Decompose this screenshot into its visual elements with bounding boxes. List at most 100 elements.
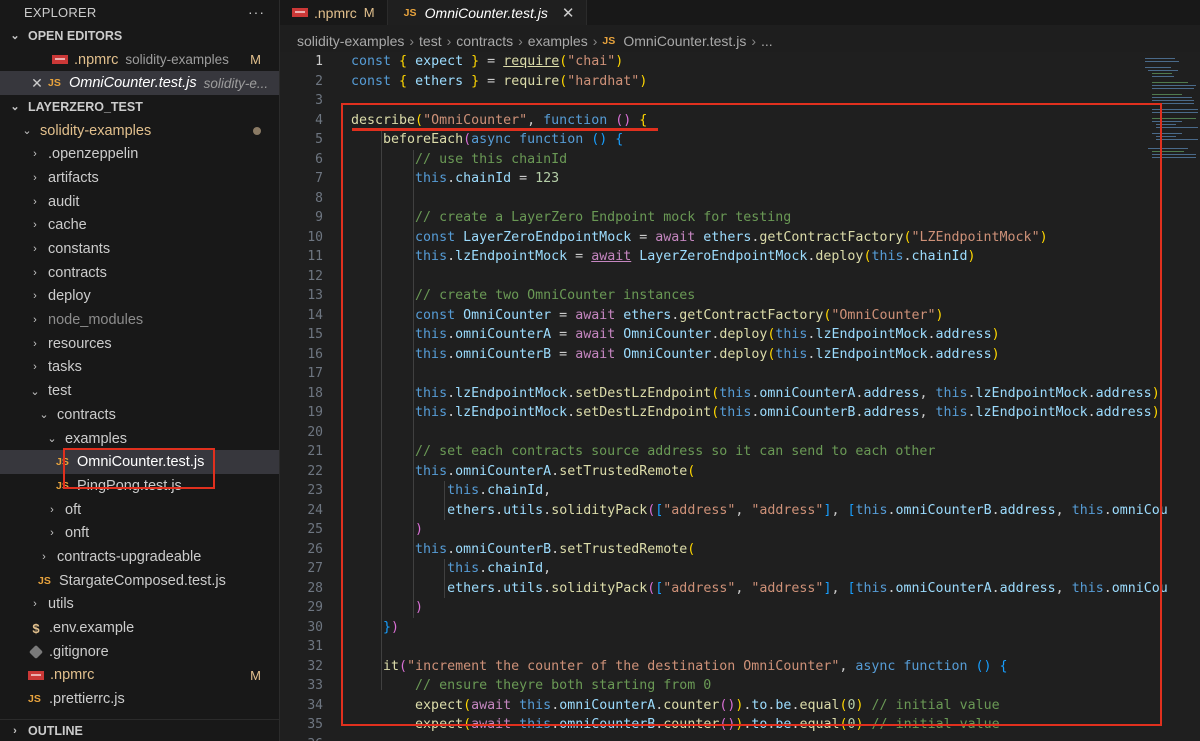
code-line: 1 const { expect } = require("chai") bbox=[315, 54, 624, 69]
tab-label: OmniCounter.test.js bbox=[424, 4, 548, 21]
js-file-icon: JS bbox=[602, 35, 616, 47]
js-file-icon: JS bbox=[403, 6, 417, 19]
folder-deploy[interactable]: › deploy bbox=[0, 285, 279, 309]
chevron-right-icon: › bbox=[33, 314, 37, 327]
tab-npmrc[interactable]: .npmrc M bbox=[280, 0, 388, 25]
file-stargate-composed[interactable]: JS StargateComposed.test.js bbox=[0, 569, 279, 593]
folder-node-modules[interactable]: › node_modules bbox=[0, 308, 279, 332]
explorer-title: EXPLORER bbox=[24, 4, 97, 20]
breadcrumb: solidity-examples › test › contracts › exam… bbox=[297, 33, 773, 49]
open-editor-omnicounter[interactable]: ✕ JS OmniCounter.test.js solidity-e... bbox=[0, 71, 279, 96]
chevron-right-icon: › bbox=[33, 171, 37, 184]
folder-label: solidity-examples bbox=[40, 122, 152, 139]
folder-utils[interactable]: › utils bbox=[0, 593, 279, 617]
folder-contracts-upgradeable[interactable]: › contracts-upgradeable bbox=[0, 545, 279, 569]
chevron-right-icon: › bbox=[33, 243, 37, 256]
dollar-icon: $ bbox=[32, 620, 40, 636]
folder-label: deploy bbox=[48, 288, 91, 305]
folder-audit[interactable]: › audit bbox=[0, 190, 279, 214]
modified-dot bbox=[253, 126, 261, 135]
folder-label: test bbox=[48, 383, 72, 400]
folder-label: node_modules bbox=[48, 312, 144, 329]
folder-label: utils bbox=[48, 596, 74, 613]
open-editors-section[interactable]: ⌄ OPEN EDITORS bbox=[0, 24, 279, 48]
chevron-right-icon: › bbox=[33, 148, 37, 161]
editor-tabs: .npmrc M JS OmniCounter.test.js ✕ bbox=[280, 0, 1200, 25]
open-editors-label: OPEN EDITORS bbox=[28, 28, 123, 43]
file-gitignore[interactable]: .gitignore bbox=[0, 640, 279, 664]
close-icon[interactable]: ✕ bbox=[30, 75, 44, 92]
outline-label: OUTLINE bbox=[28, 724, 83, 738]
chevron-right-icon: › bbox=[33, 195, 37, 208]
git-icon bbox=[28, 644, 44, 659]
chevron-right-icon: › bbox=[33, 290, 37, 303]
folder-constants[interactable]: › constants bbox=[0, 237, 279, 261]
chevron-down-icon: ⌄ bbox=[47, 433, 57, 446]
file-desc: solidity-e... bbox=[203, 75, 269, 91]
tab-label: .npmrc bbox=[314, 4, 357, 21]
js-file-icon: JS bbox=[48, 77, 61, 90]
chevron-down-icon: ⌄ bbox=[39, 409, 49, 422]
chevron-right-icon: › bbox=[42, 550, 46, 563]
chevron-right-icon: › bbox=[50, 503, 54, 516]
folder-tasks[interactable]: › tasks bbox=[0, 356, 279, 380]
folder-examples[interactable]: ⌄ examples bbox=[0, 427, 279, 451]
folder-label: contracts-upgradeable bbox=[57, 548, 202, 565]
modified-badge: M bbox=[250, 667, 261, 683]
npm-file-icon bbox=[28, 670, 44, 680]
chevron-right-icon: › bbox=[13, 725, 17, 737]
chevron-down-icon: ⌄ bbox=[22, 125, 32, 138]
file-label: StargateComposed.test.js bbox=[59, 572, 226, 589]
folder-cache[interactable]: › cache bbox=[0, 214, 279, 238]
file-env-example[interactable]: $ .env.example bbox=[0, 616, 279, 640]
folder-label: cache bbox=[48, 217, 87, 234]
folder-label: tasks bbox=[48, 359, 82, 376]
folder-oft[interactable]: › oft bbox=[0, 498, 279, 522]
folder-solidity-examples[interactable]: ⌄ solidity-examples bbox=[0, 119, 279, 143]
breadcrumb-item[interactable]: ... bbox=[761, 33, 773, 49]
folder-label: examples bbox=[65, 430, 128, 447]
workspace-label: LAYERZERO_TEST bbox=[28, 99, 143, 114]
chevron-right-icon: › bbox=[33, 598, 37, 611]
close-icon[interactable]: ✕ bbox=[562, 4, 575, 22]
folder-onft[interactable]: › onft bbox=[0, 521, 279, 545]
file-prettierrc[interactable]: JS .prettierrc.js bbox=[0, 687, 279, 711]
folder-label: .openzeppelin bbox=[48, 146, 139, 163]
explorer-header: EXPLORER ··· bbox=[0, 0, 279, 24]
folder-test-contracts[interactable]: ⌄ contracts bbox=[0, 403, 279, 427]
folder-openzeppelin[interactable]: › .openzeppelin bbox=[0, 142, 279, 166]
file-label: .env.example bbox=[49, 620, 135, 637]
js-file-icon: JS bbox=[28, 693, 41, 706]
workspace-section[interactable]: ⌄ LAYERZERO_TEST bbox=[0, 95, 279, 119]
chevron-down-icon: ⌄ bbox=[30, 385, 40, 398]
more-actions-icon[interactable]: ··· bbox=[248, 4, 265, 20]
chevron-right-icon: › bbox=[33, 219, 37, 232]
chevron-right-icon: › bbox=[33, 337, 37, 350]
chevron-down-icon: ⌄ bbox=[10, 30, 20, 43]
folder-label: constants bbox=[48, 241, 111, 258]
file-label: OmniCounter.test.js bbox=[69, 75, 197, 92]
folder-artifacts[interactable]: › artifacts bbox=[0, 166, 279, 190]
breadcrumb-item[interactable]: examples bbox=[528, 33, 588, 49]
highlight-box-file bbox=[63, 448, 215, 489]
folder-label: onft bbox=[65, 525, 90, 542]
folder-label: resources bbox=[48, 335, 112, 352]
folder-test[interactable]: ⌄ test bbox=[0, 379, 279, 403]
breadcrumb-item[interactable]: OmniCounter.test.js bbox=[623, 33, 746, 49]
modified-badge: M bbox=[250, 52, 261, 68]
breadcrumb-item[interactable]: solidity-examples bbox=[297, 33, 404, 49]
file-npmrc[interactable]: .npmrc M bbox=[0, 664, 279, 688]
folder-resources[interactable]: › resources bbox=[0, 332, 279, 356]
breadcrumb-item[interactable]: test bbox=[419, 33, 442, 49]
folder-contracts[interactable]: › contracts bbox=[0, 261, 279, 285]
open-editor-npmrc[interactable]: .npmrc solidity-examples M bbox=[0, 48, 279, 72]
file-label: .npmrc bbox=[74, 51, 119, 68]
chevron-right-icon: › bbox=[50, 527, 54, 540]
outline-section[interactable]: › OUTLINE bbox=[0, 719, 279, 741]
chevron-right-icon: › bbox=[33, 266, 37, 279]
folder-label: contracts bbox=[48, 264, 107, 281]
breadcrumb-item[interactable]: contracts bbox=[456, 33, 513, 49]
file-desc: solidity-examples bbox=[125, 52, 229, 68]
tab-omnicounter[interactable]: JS OmniCounter.test.js ✕ bbox=[387, 0, 588, 25]
modified-badge: M bbox=[363, 5, 375, 20]
